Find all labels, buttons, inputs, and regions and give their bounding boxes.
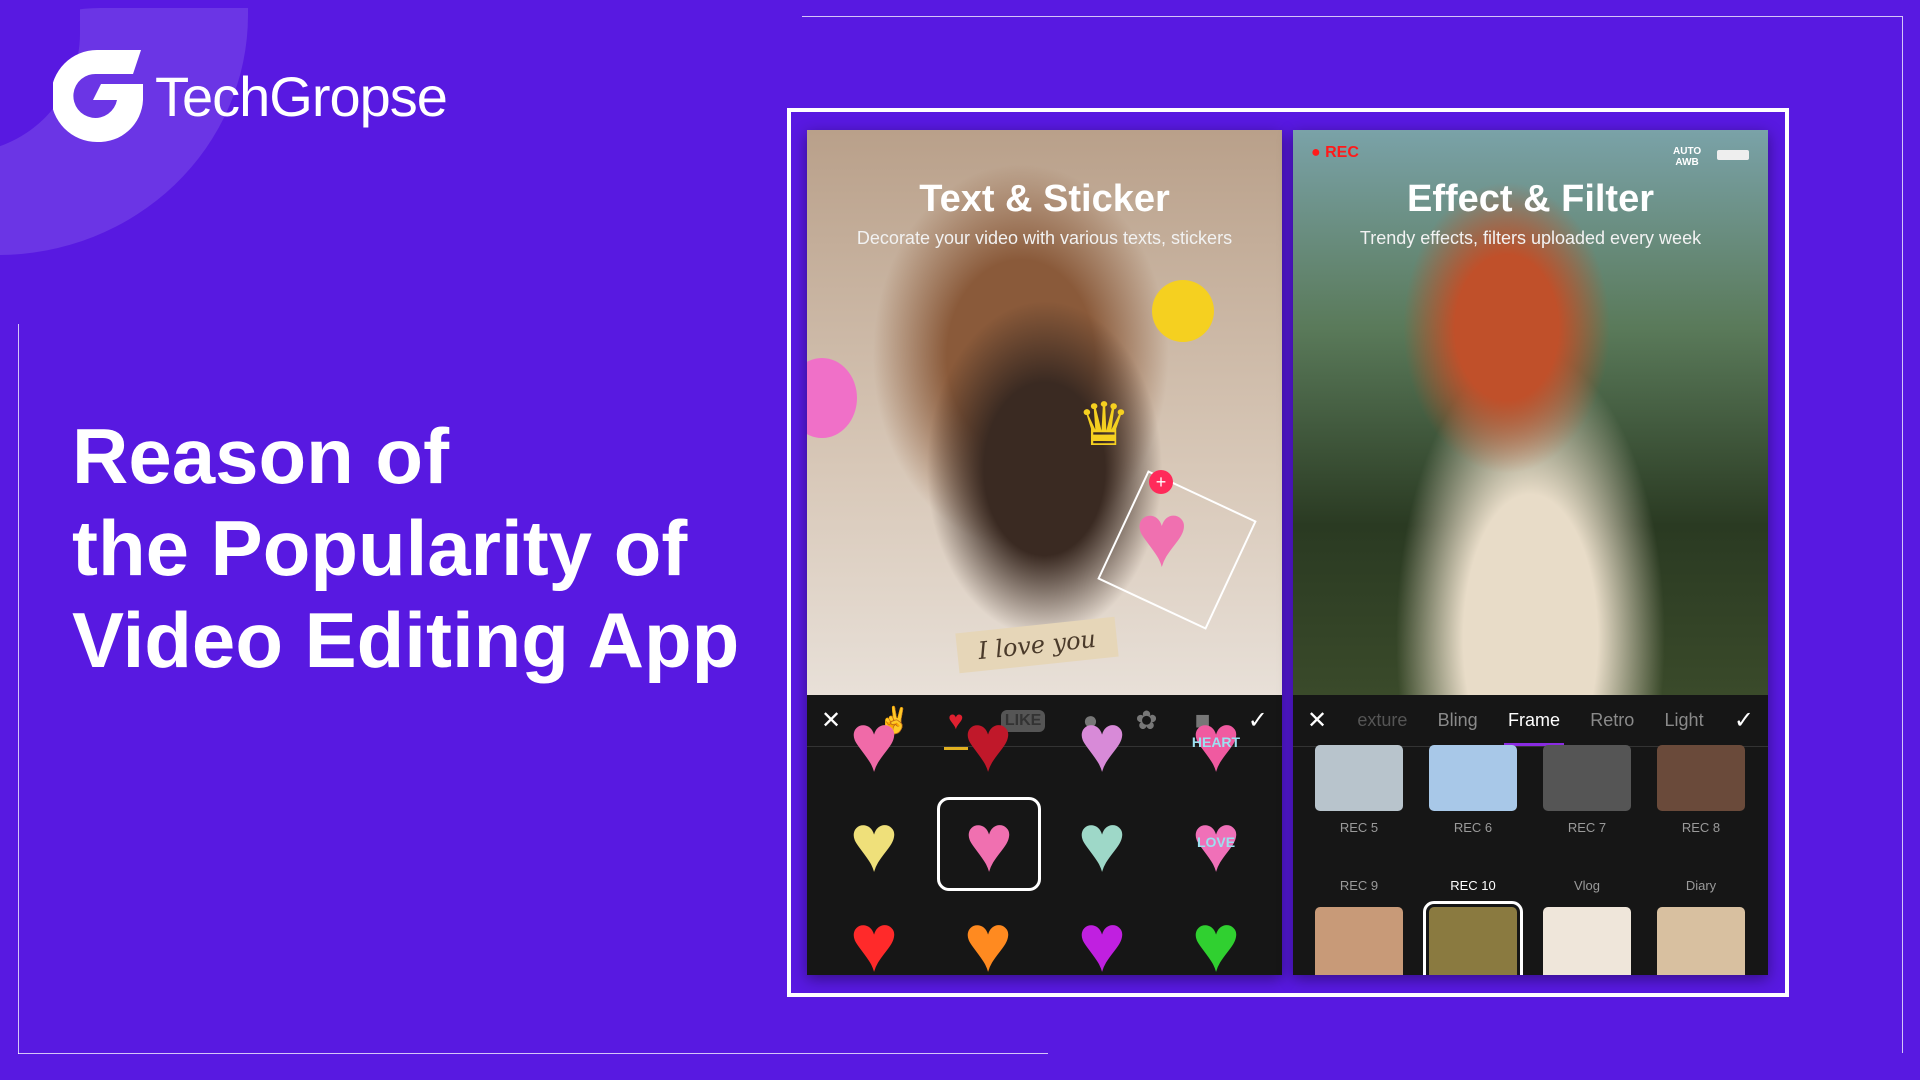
rec-label: REC xyxy=(1325,144,1359,161)
decorative-line xyxy=(802,16,1902,17)
frame-label[interactable]: REC 7 xyxy=(1530,820,1644,835)
close-icon[interactable]: ✕ xyxy=(1307,706,1327,735)
heart-sticker-icon[interactable]: ♥ xyxy=(817,803,931,885)
sticker-label: HEART xyxy=(1191,734,1241,750)
phone-text-sticker: Text & Sticker Decorate your video with … xyxy=(807,130,1282,975)
frame-label[interactable]: Diary xyxy=(1644,878,1758,893)
awb-indicator: AUTO AWB xyxy=(1673,146,1701,168)
frame-thumbnail[interactable] xyxy=(1423,901,1523,975)
frame-thumbnail[interactable] xyxy=(1543,907,1631,975)
tab-frame[interactable]: Frame xyxy=(1503,710,1565,746)
crown-sticker-icon: ♛ xyxy=(1077,391,1131,458)
headline: Reason of the Popularity of Video Editin… xyxy=(72,410,739,686)
headline-line: the Popularity of xyxy=(72,504,688,592)
heart-sticker-icon[interactable]: ♥ xyxy=(931,703,1045,785)
feature-title: Effect & Filter xyxy=(1406,178,1655,220)
frame-thumbnail[interactable] xyxy=(1657,907,1745,975)
frame-thumbnail[interactable] xyxy=(1315,745,1403,811)
pink-smiley-sticker-icon xyxy=(807,358,857,438)
frame-thumbnail[interactable] xyxy=(1429,745,1517,811)
caption-sticker[interactable]: I love you xyxy=(955,616,1119,674)
tab-texture[interactable]: exture xyxy=(1357,710,1407,731)
tab-retro[interactable]: Retro xyxy=(1590,710,1634,731)
logo-g-icon xyxy=(53,50,143,142)
auto-label: AUTO xyxy=(1673,146,1702,157)
decorative-line xyxy=(18,1053,1048,1054)
brand-name: TechGropse xyxy=(155,64,448,128)
heart-sticker-icon[interactable]: ♥ xyxy=(1045,803,1159,885)
headline-line: Video Editing App xyxy=(72,596,740,684)
tab-bling[interactable]: Bling xyxy=(1438,710,1478,731)
tab-light[interactable]: Light xyxy=(1665,710,1704,731)
sticker-label: LOVE xyxy=(1196,834,1236,850)
filter-toolbar: ✕ exture Bling Frame Retro Light ✓ xyxy=(1293,695,1768,747)
sticker-photo: Text & Sticker Decorate your video with … xyxy=(807,130,1282,695)
feature-title: Text & Sticker xyxy=(919,178,1170,220)
feature-subtitle: Decorate your video with various texts, … xyxy=(856,228,1233,248)
filter-photo: ● REC AUTO AWB Effect & Filter Trendy eff… xyxy=(1293,130,1768,695)
frame-thumbnail[interactable] xyxy=(1315,907,1403,975)
brand-logo: TechGropse xyxy=(53,50,448,142)
pink-heart-sticker-icon[interactable]: ♥ xyxy=(1135,485,1188,588)
frame-thumbnail[interactable] xyxy=(1543,745,1631,811)
frame-thumbnail[interactable] xyxy=(1657,745,1745,811)
frame-label[interactable]: REC 8 xyxy=(1644,820,1758,835)
frame-label[interactable]: REC 6 xyxy=(1416,820,1530,835)
heart-sticker-icon[interactable]: ♥ xyxy=(1045,903,1159,976)
rec-indicator: ● REC xyxy=(1311,144,1359,161)
headline-line: Reason of xyxy=(72,412,450,500)
battery-icon xyxy=(1717,150,1749,160)
add-sticker-icon[interactable]: + xyxy=(1149,470,1173,494)
confirm-icon[interactable]: ✓ xyxy=(1734,706,1754,735)
heart-sticker-icon[interactable]: ♥ LOVE xyxy=(1159,803,1273,885)
heart-sticker-icon[interactable]: ♥ HEART xyxy=(1159,703,1273,785)
feature-subtitle: Trendy effects, filters uploaded every w… xyxy=(1359,228,1702,248)
heart-sticker-icon[interactable]: ♥ xyxy=(817,903,931,976)
smiley-sticker-icon xyxy=(1152,280,1214,342)
frame-label[interactable]: REC 9 xyxy=(1302,878,1416,893)
decorative-line xyxy=(1902,16,1903,1053)
decorative-line xyxy=(18,324,19,1054)
heart-sticker-icon[interactable]: ♥ xyxy=(1045,703,1159,785)
phone-effect-filter: ● REC AUTO AWB Effect & Filter Trendy eff… xyxy=(1293,130,1768,975)
heart-sticker-icon[interactable]: ♥ xyxy=(931,903,1045,976)
frame-label[interactable]: Vlog xyxy=(1530,878,1644,893)
awb-label: AWB xyxy=(1675,157,1699,168)
frame-label[interactable]: REC 10 xyxy=(1416,878,1530,893)
heart-sticker-icon[interactable]: ♥ xyxy=(817,703,931,785)
heart-sticker-icon[interactable]: ♥ xyxy=(1159,903,1273,976)
heart-sticker-icon[interactable]: ♥ xyxy=(937,797,1041,891)
frame-label[interactable]: REC 5 xyxy=(1302,820,1416,835)
